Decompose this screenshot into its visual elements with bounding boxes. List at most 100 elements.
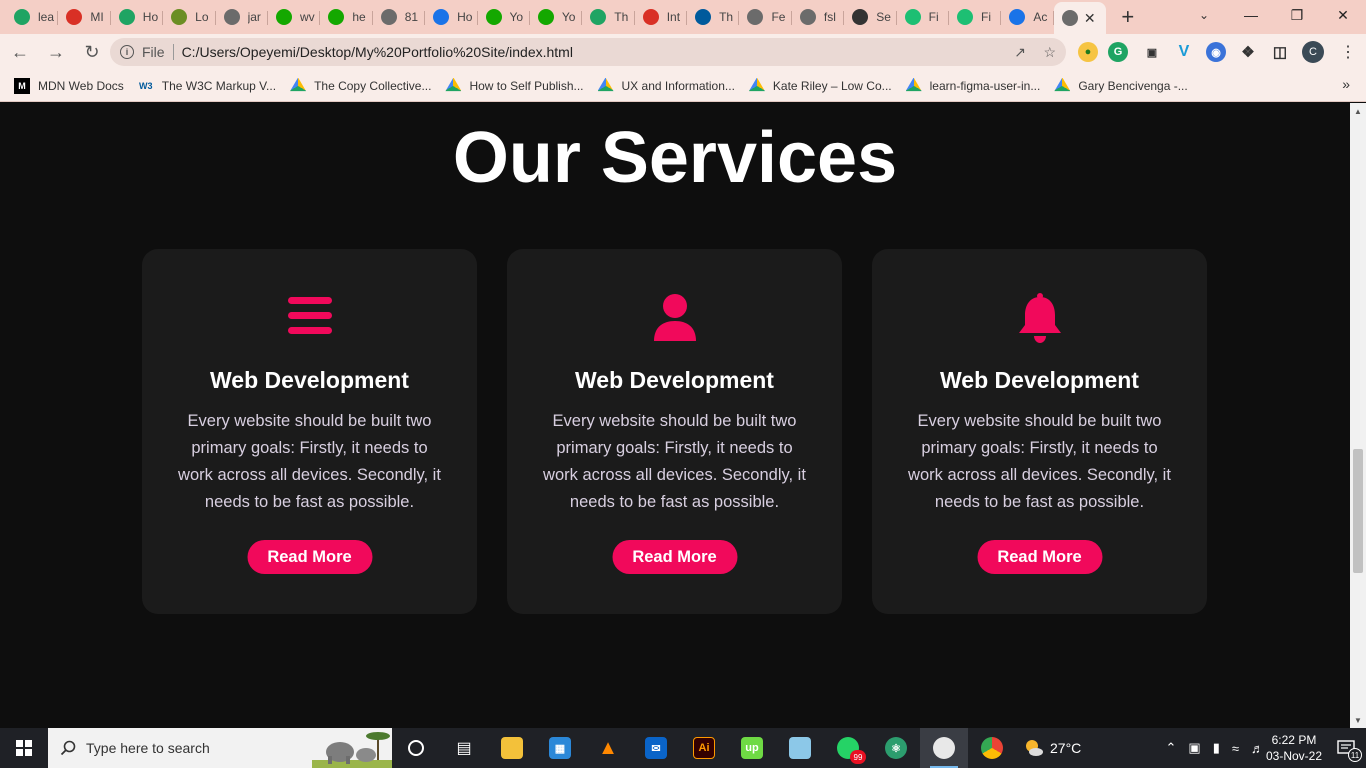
- back-button[interactable]: ←: [4, 36, 36, 68]
- system-tray: ⌃ ▣ ▮ ≈ ♬: [1160, 728, 1271, 768]
- fiverr-icon: [904, 9, 921, 25]
- browser-tab[interactable]: Yo: [530, 3, 583, 31]
- volume-icon[interactable]: ♬: [1251, 741, 1264, 756]
- read-more-button[interactable]: Read More: [977, 540, 1102, 574]
- robot-extension-icon[interactable]: ▣: [1142, 42, 1162, 62]
- bookmark-item[interactable]: learn-figma-user-in...: [905, 74, 1040, 98]
- bookmark-item[interactable]: M MDN Web Docs: [14, 74, 124, 98]
- bookmark-item[interactable]: Gary Bencivenga -...: [1054, 74, 1188, 98]
- puzzle-extensions-icon[interactable]: ❖: [1238, 42, 1258, 62]
- system-clock[interactable]: 6:22 PM 03-Nov-22: [1266, 732, 1322, 764]
- vimeo-extension-icon[interactable]: V: [1174, 42, 1194, 62]
- store-button[interactable]: ▦: [536, 728, 584, 768]
- browser-tab[interactable]: Ho: [111, 3, 164, 31]
- close-tab-icon[interactable]: ✕: [1084, 10, 1096, 27]
- browser-tab[interactable]: jar: [216, 3, 269, 31]
- read-more-button[interactable]: Read More: [247, 540, 372, 574]
- partly-sunny-icon: [1026, 740, 1043, 756]
- browser-tab[interactable]: MI: [58, 3, 112, 31]
- browser-tab[interactable]: Fe: [739, 3, 793, 31]
- browser-tab[interactable]: wv: [268, 3, 321, 31]
- weather-widget[interactable]: 27°C: [1024, 738, 1081, 758]
- tab-label: he: [352, 10, 366, 24]
- image-icon: [171, 9, 188, 25]
- tray-chevron-up-icon[interactable]: ⌃: [1166, 740, 1177, 756]
- restore-button[interactable]: ❐: [1274, 0, 1320, 30]
- bookmark-star-icon[interactable]: ☆: [1043, 44, 1056, 61]
- atom-button[interactable]: ⚛: [872, 728, 920, 768]
- mail-button[interactable]: ✉: [632, 728, 680, 768]
- notepad-button[interactable]: [776, 728, 824, 768]
- illustrator-icon: Ai: [693, 737, 715, 759]
- grammar-extension-icon[interactable]: G: [1108, 42, 1128, 62]
- tab-search-chevron-icon[interactable]: ⌄: [1190, 4, 1218, 26]
- notification-center[interactable]: 11: [1336, 738, 1362, 762]
- profile-avatar[interactable]: C: [1302, 41, 1324, 63]
- taskbar-search[interactable]: Type here to search: [48, 728, 392, 768]
- address-bar[interactable]: i File C:/Users/Opeyemi/Desktop/My%20Por…: [110, 38, 1066, 66]
- kebab-menu-icon[interactable]: ⋮: [1340, 42, 1356, 62]
- new-tab-button[interactable]: +: [1110, 0, 1146, 34]
- browser-tab[interactable]: Ho: [425, 3, 478, 31]
- side-panel-icon[interactable]: ◫: [1270, 42, 1290, 62]
- browser-tab[interactable]: Lo: [163, 3, 216, 31]
- browser-tab[interactable]: 81: [373, 3, 426, 31]
- info-icon[interactable]: i: [120, 45, 134, 59]
- scroll-up-icon[interactable]: ▲: [1350, 103, 1366, 119]
- chrome-icon: [981, 737, 1003, 759]
- chrome-button[interactable]: [968, 728, 1016, 768]
- browser-tab[interactable]: Th: [687, 3, 740, 31]
- browser-tab[interactable]: Se: [844, 3, 898, 31]
- browser-tab[interactable]: lea: [6, 3, 59, 31]
- scrollbar-thumb[interactable]: [1353, 449, 1363, 573]
- bookmark-item[interactable]: UX and Information...: [597, 74, 735, 98]
- close-window-button[interactable]: ✕: [1320, 0, 1366, 30]
- browser-tab[interactable]: Fi: [949, 3, 1002, 31]
- bookmark-item[interactable]: The Copy Collective...: [290, 74, 431, 98]
- scroll-down-icon[interactable]: ▼: [1350, 712, 1366, 728]
- start-button[interactable]: [0, 728, 48, 768]
- page-scrollbar[interactable]: ▲ ▼: [1350, 103, 1366, 728]
- card-description: Every website should be built two primar…: [543, 412, 806, 511]
- vlc-button[interactable]: ▲: [584, 728, 632, 768]
- tab-label: Th: [719, 10, 734, 24]
- colorzilla-extension-icon[interactable]: ◉: [1206, 42, 1226, 62]
- meet-now-icon[interactable]: ▣: [1188, 740, 1200, 756]
- clock-time: 6:22 PM: [1271, 733, 1317, 747]
- browser-tab[interactable]: Ac: [1001, 3, 1055, 31]
- bookmark-item[interactable]: How to Self Publish...: [445, 74, 584, 98]
- browser-tab[interactable]: fsl: [792, 3, 845, 31]
- browser-tab[interactable]: Th: [582, 3, 636, 31]
- task-view-button[interactable]: ▤: [440, 728, 488, 768]
- reload-button[interactable]: ↻: [76, 36, 108, 68]
- share-icon[interactable]: ↗: [1014, 44, 1026, 61]
- bookmark-item[interactable]: W3 The W3C Markup V...: [138, 74, 276, 98]
- browser-tab[interactable]: Fi: [897, 3, 950, 31]
- paint-icon: [933, 737, 955, 759]
- vlc-icon: ▲: [598, 736, 618, 759]
- bookmarks-overflow-icon[interactable]: »: [1342, 76, 1350, 92]
- minimize-button[interactable]: —: [1228, 0, 1274, 30]
- forward-button[interactable]: →: [40, 36, 72, 68]
- lightbulb-extension-icon[interactable]: ●: [1078, 42, 1098, 62]
- tab-label: Yo: [561, 10, 576, 24]
- bookmark-label: Kate Riley – Low Co...: [772, 78, 892, 93]
- cortana-button[interactable]: [392, 728, 440, 768]
- whatsapp-button[interactable]: 99: [824, 728, 872, 768]
- battery-icon[interactable]: ▮: [1213, 740, 1220, 756]
- notepad-icon: [789, 737, 811, 759]
- browser-tab[interactable]: Int: [635, 3, 688, 31]
- wifi-icon[interactable]: ≈: [1232, 741, 1239, 756]
- address-url[interactable]: C:/Users/Opeyemi/Desktop/My%20Portfolio%…: [182, 44, 573, 60]
- tab-active[interactable]: ✕: [1053, 2, 1106, 34]
- upwork-app-button[interactable]: up: [728, 728, 776, 768]
- paint-button[interactable]: [920, 728, 968, 768]
- illustrator-button[interactable]: Ai: [680, 728, 728, 768]
- bookmark-item[interactable]: Kate Riley – Low Co...: [748, 74, 892, 98]
- whatsapp-badge: 99: [850, 750, 866, 764]
- read-more-button[interactable]: Read More: [612, 540, 737, 574]
- browser-tab[interactable]: Yo: [478, 3, 531, 31]
- window-controls: — ❐ ✕: [1228, 0, 1366, 30]
- browser-tab[interactable]: he: [320, 3, 374, 31]
- file-explorer-button[interactable]: [488, 728, 536, 768]
